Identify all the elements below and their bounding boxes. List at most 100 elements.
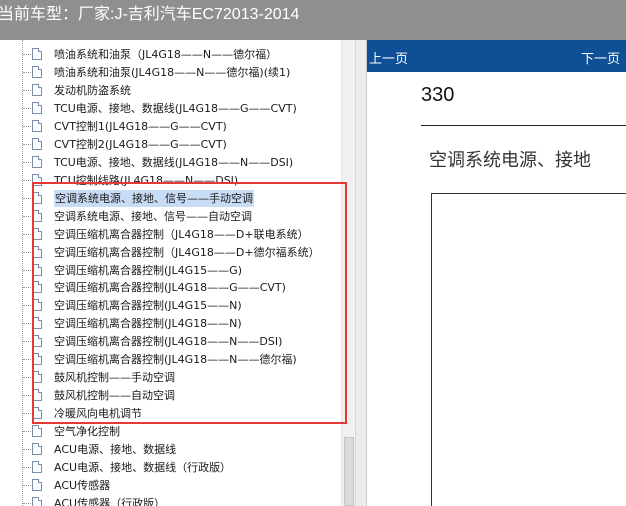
tree-branch-line [23, 449, 31, 451]
tree-branch-line [23, 233, 31, 235]
tree-branch-line [23, 359, 31, 361]
tree-item[interactable]: ACU传感器（行政版） [23, 495, 352, 506]
tree-item[interactable]: TCU电源、接地、数据线(JL4G18——G——CVT) [23, 100, 352, 117]
tree-item-label: 空调压缩机离合器控制(JL4G18——N——DSI) [54, 335, 283, 349]
page-header-rule [421, 125, 626, 126]
tree-branch-line [23, 251, 31, 253]
document-icon [32, 119, 42, 132]
tree-item[interactable]: CVT控制1(JL4G18——G——CVT) [23, 118, 352, 135]
panel-splitter[interactable] [355, 40, 367, 506]
tree-scrollbar-thumb[interactable] [344, 437, 354, 506]
tree-item[interactable]: 空调压缩机离合器控制(JL4G18——G——CVT) [23, 279, 352, 296]
tree-item-label: 空调压缩机离合器控制(JL4G15——G) [54, 263, 242, 277]
tree-item[interactable]: TCU电源、接地、数据线(JL4G18——N——DSI) [23, 154, 352, 171]
tree-item-label: CVT控制2(JL4G18——G——CVT) [54, 137, 227, 151]
tree-branch-line [23, 197, 31, 199]
tree-branch-line [23, 341, 31, 343]
document-icon [32, 317, 42, 330]
tree-item[interactable]: 空调系统电源、接地、信号——手动空调 [23, 189, 352, 207]
tree-item-label: TCU控制线路(JL4G18——N——DSI) [54, 173, 239, 187]
tree-item[interactable]: 空调压缩机离合器控制(JL4G15——G) [23, 262, 352, 279]
viewer-navbar: 上一页 下一页 [367, 40, 626, 72]
document-icon [32, 479, 42, 492]
document-icon [32, 101, 42, 114]
tree-item[interactable]: 空调压缩机离合器控制(JL4G18——N——DSI) [23, 333, 352, 350]
document-icon [32, 155, 42, 168]
document-icon [32, 48, 42, 60]
document-icon [32, 281, 42, 294]
tree-item-label: 空调压缩机离合器控制(JL4G18——N——德尔福) [54, 353, 297, 367]
tree-item[interactable]: 冷暖风向电机调节 [23, 405, 352, 422]
document-icon [32, 227, 42, 240]
document-icon [32, 443, 42, 456]
tree-item-label: TCU电源、接地、数据线(JL4G18——N——DSI) [54, 155, 294, 169]
tree-item[interactable]: ACU电源、接地、数据线（行政版） [23, 459, 352, 476]
tree-item[interactable]: 喷油系统和油泵(JL4G18——N——德尔福)(续1) [23, 64, 352, 81]
document-icon [32, 497, 42, 506]
tree-branch-line [23, 269, 31, 271]
window-title: 当前车型：厂家:J-吉利汽车EC72013-2014 [0, 6, 300, 23]
tree-item[interactable]: ACU电源、接地、数据线 [23, 441, 352, 458]
tree-item-label: 空调压缩机离合器控制(JL4G15——N) [54, 299, 242, 313]
tree-item-label: ACU传感器（行政版） [54, 497, 166, 506]
tree-branch-line [23, 71, 31, 73]
tree-branch-line [23, 305, 31, 307]
tree-branch-line [23, 125, 31, 127]
tree-item-label: 空调压缩机离合器控制（JL4G18——D+联电系统） [54, 227, 309, 241]
tree-item[interactable]: 鼓风机控制——自动空调 [23, 387, 352, 404]
document-icon [32, 353, 42, 366]
document-icon [32, 173, 42, 186]
tree-item-label: 鼓风机控制——手动空调 [54, 371, 175, 385]
tree-item[interactable]: ACU传感器 [23, 477, 352, 494]
document-icon [32, 371, 42, 384]
tree-item[interactable]: 空调压缩机离合器控制（JL4G18——D+德尔福系统） [23, 244, 352, 261]
tree-branch-line [23, 143, 31, 145]
next-page-link[interactable]: 下一页 [581, 48, 620, 67]
tree-item-label: 喷油系统和油泵（JL4G18——N——德尔福） [54, 48, 278, 61]
tree-item[interactable]: 喷油系统和油泵（JL4G18——N——德尔福） [23, 46, 352, 63]
tree-item[interactable]: 空调压缩机离合器控制(JL4G18——N——德尔福) [23, 351, 352, 368]
tree-item-label: 空调系统电源、接地、信号——手动空调 [54, 189, 254, 207]
document-icon [32, 389, 42, 402]
tree-item-label: 空调压缩机离合器控制（JL4G18——D+德尔福系统） [54, 245, 320, 259]
document-viewer: 上一页 下一页 330 空调系统电源、接地 [367, 40, 626, 506]
document-icon [32, 299, 42, 312]
tree-item-label: 空调压缩机离合器控制(JL4G18——G——CVT) [54, 281, 286, 295]
tree-item[interactable]: 空调压缩机离合器控制（JL4G18——D+联电系统） [23, 226, 352, 243]
tree-branch-line [23, 431, 31, 433]
tree-item[interactable]: CVT控制2(JL4G18——G——CVT) [23, 136, 352, 153]
document-icon [32, 425, 42, 438]
tree-branch-line [23, 323, 31, 325]
tree-item[interactable]: 空气净化控制 [23, 423, 352, 440]
prev-page-link[interactable]: 上一页 [369, 48, 408, 67]
document-icon [32, 83, 42, 96]
tree-item[interactable]: 空调压缩机离合器控制(JL4G15——N) [23, 297, 352, 314]
tree-item-label: ACU电源、接地、数据线 [54, 443, 177, 457]
document-icon [32, 65, 42, 78]
page-number: 330 [421, 84, 455, 106]
tree-item-label: 鼓风机控制——自动空调 [54, 389, 175, 403]
tree-item-label: ACU电源、接地、数据线（行政版） [54, 461, 232, 475]
tree-item-label: 空调压缩机离合器控制(JL4G18——N) [54, 317, 242, 331]
tree-item[interactable]: 空调压缩机离合器控制(JL4G18——N) [23, 315, 352, 332]
tree-branch-line [23, 287, 31, 289]
document-heading: 空调系统电源、接地 [429, 150, 591, 171]
tree-branch-line [23, 54, 31, 55]
tree-branch-line [23, 503, 31, 504]
document-icon [32, 335, 42, 348]
document-icon [32, 245, 42, 258]
document-icon [32, 461, 42, 474]
tree-item[interactable]: 鼓风机控制——手动空调 [23, 369, 352, 386]
tree-branch-line [23, 467, 31, 469]
tree-branch-line [23, 107, 31, 109]
tree-item-label: ACU传感器 [54, 479, 111, 493]
tree-item[interactable]: 发动机防盗系统 [23, 82, 352, 99]
tree-branch-line [23, 377, 31, 379]
document-icon [32, 263, 42, 276]
tree-item[interactable]: TCU控制线路(JL4G18——N——DSI) [23, 172, 352, 189]
tree-scrollbar[interactable] [341, 40, 356, 506]
tree-connector-line [22, 40, 23, 506]
document-icon [32, 209, 42, 222]
tree-item[interactable]: 空调系统电源、接地、信号——自动空调 [23, 208, 352, 225]
tree-item-label: 冷暖风向电机调节 [54, 407, 142, 421]
